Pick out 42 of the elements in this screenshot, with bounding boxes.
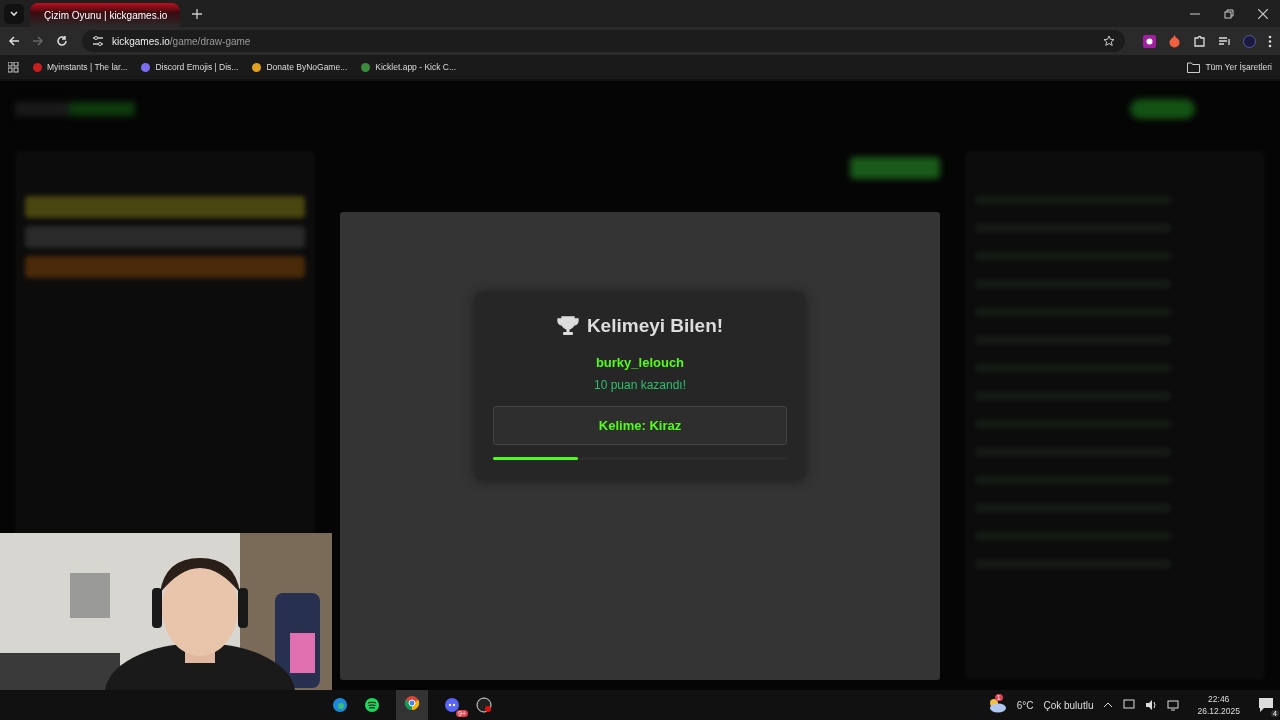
word-reveal: Kelime: Kiraz [493,406,787,445]
bookmark[interactable]: Donate ByNoGame... [252,62,348,72]
reload-icon[interactable] [56,35,68,47]
apps-grid-icon[interactable] [8,61,19,73]
winner-name: burky_lelouch [595,355,685,370]
browser-tab[interactable]: Çizim Oyunu | kickgames.io [30,3,180,27]
bookmark[interactable]: Kicklet.app - Kick C... [361,62,457,72]
media-icon[interactable] [1218,34,1231,48]
extension-icon[interactable] [1143,34,1156,48]
site-settings-icon[interactable] [92,35,104,47]
all-bookmarks-button[interactable]: Tüm Yer İşaretleri [1187,61,1272,73]
close-icon[interactable] [1258,9,1268,19]
dialog-title: Kelimeyi Bilen! [586,315,724,337]
new-tab-icon[interactable] [192,8,202,19]
chevron-down-icon [9,8,19,19]
speaker-icon[interactable] [1145,699,1158,711]
folder-icon [1187,61,1201,73]
trophy-icon [556,316,579,336]
chevron-up-icon[interactable] [1103,701,1114,709]
back-icon[interactable] [8,35,20,47]
star-icon[interactable] [1103,35,1115,47]
profile-avatar-icon[interactable] [1243,34,1256,48]
points-text: 10 puan kazandı! [593,378,687,392]
bookmark[interactable]: Myinstants | The lar... [33,62,128,72]
notification-icon[interactable] [1258,697,1274,713]
chrome-icon[interactable] [404,695,420,711]
clock-date: 26.12.2025 [1197,706,1240,716]
spotify-icon[interactable] [364,697,380,713]
clock-time: 22:46 [1208,694,1230,704]
tab-title: Çizim Oyunu | kickgames.io [44,9,168,21]
obs-icon[interactable] [476,697,492,713]
restore-icon[interactable] [1224,9,1234,19]
address-field[interactable]: kickgames.io/game/draw-game [82,30,1125,52]
edge-icon[interactable] [332,697,348,713]
tab-list-button[interactable] [4,3,24,24]
discord-icon[interactable] [444,697,460,713]
monitor-icon[interactable] [1123,699,1136,711]
weather-text: Çok bulutlu [1043,699,1094,711]
bookmark[interactable]: Discord Emojis | Dis... [141,62,239,72]
forward-icon[interactable] [32,35,44,47]
temperature: 6°C [1016,699,1034,711]
menu-icon[interactable] [1268,34,1272,48]
